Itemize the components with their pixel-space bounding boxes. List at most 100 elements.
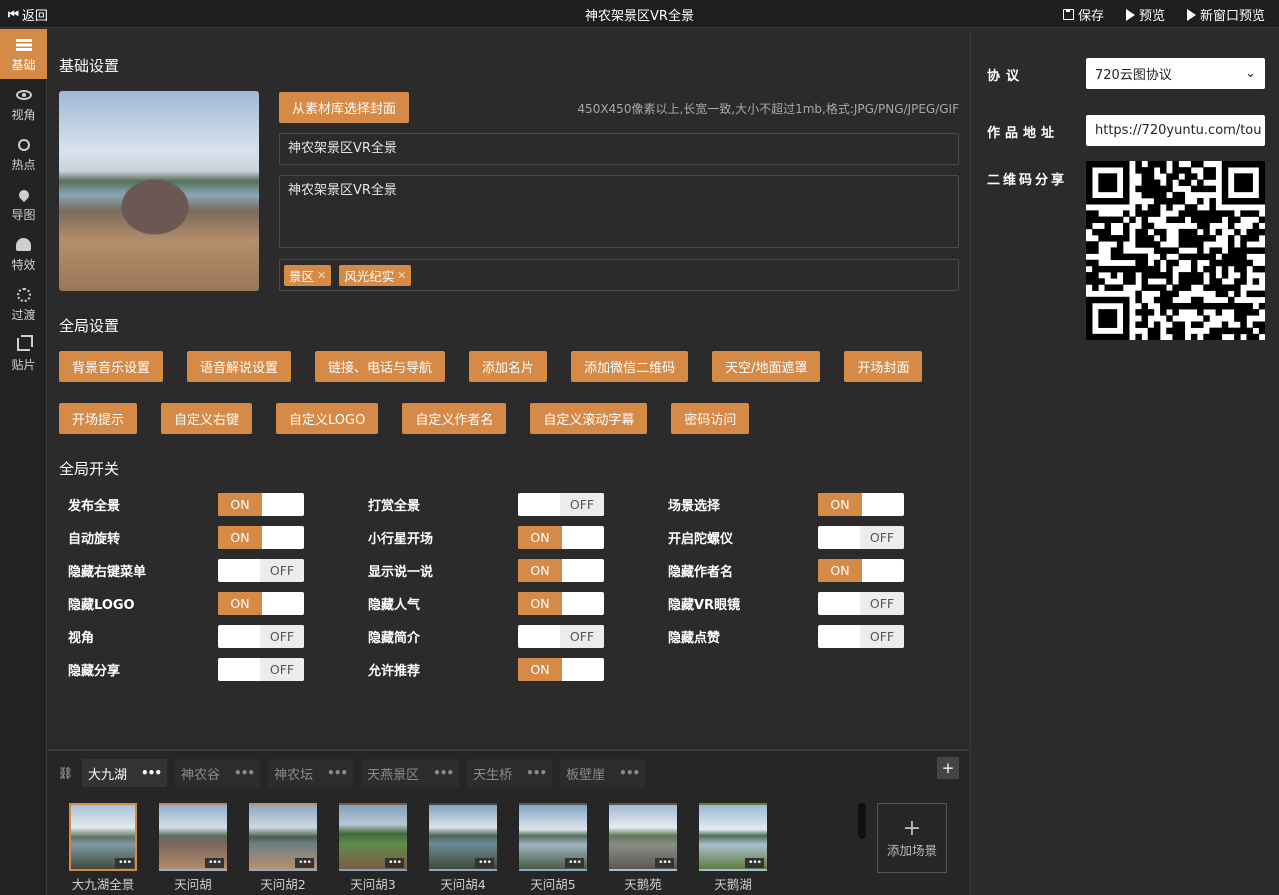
sidebar-item-map[interactable]: 导图 — [0, 179, 47, 229]
toggle-switch[interactable]: ON — [518, 559, 604, 582]
more-icon[interactable]: ••• — [475, 858, 494, 868]
tab-scene-group[interactable]: 天生桥 ••• — [467, 759, 553, 787]
more-icon[interactable]: ••• — [565, 858, 584, 868]
qr-module — [1166, 302, 1173, 310]
scene-thumbnail[interactable]: ••• — [339, 803, 407, 871]
save-button[interactable]: 保存 — [1062, 5, 1104, 24]
more-icon[interactable]: ••• — [327, 766, 348, 780]
url-field[interactable]: https://720yuntu.com/tou — [1086, 115, 1265, 146]
more-icon[interactable]: ••• — [295, 858, 314, 868]
qr-module — [1227, 247, 1235, 254]
add-wechat-qr-button[interactable]: 添加微信二维码 — [571, 351, 689, 382]
tab-scene-group[interactable]: 天燕景区 ••• — [361, 759, 460, 787]
cover-image[interactable] — [59, 91, 259, 291]
scene-thumbnail[interactable]: ••• — [249, 803, 317, 871]
new-window-preview-button[interactable]: 新窗口预览 — [1186, 5, 1265, 24]
link-icon[interactable]: ⛓ — [58, 766, 73, 780]
remove-tag-icon[interactable]: ✕ — [317, 269, 326, 282]
toggle-switch[interactable]: OFF — [518, 493, 604, 516]
scene-thumbnail[interactable]: ••• — [429, 803, 497, 871]
sidebar-item-transition[interactable]: 过渡 — [0, 279, 47, 329]
toggle-switch[interactable]: ON — [818, 559, 904, 582]
custom-logo-button[interactable]: 自定义LOGO — [276, 403, 379, 434]
tags-input[interactable]: 景区 ✕ 风光纪实 ✕ — [279, 259, 959, 291]
scene-thumb-item[interactable]: ••• 天鹅苑 — [609, 803, 677, 893]
qr-module — [1098, 278, 1105, 285]
add-group-button[interactable]: + — [937, 757, 959, 779]
qr-module — [1190, 253, 1198, 261]
sky-ground-mask-button[interactable]: 天空/地面遮罩 — [712, 351, 821, 382]
sidebar-item-basic[interactable]: 基础 — [0, 29, 47, 79]
custom-right-click-button[interactable]: 自定义右键 — [161, 403, 253, 434]
opening-tip-button[interactable]: 开场提示 — [59, 403, 138, 434]
toggle-switch[interactable]: ON — [518, 592, 604, 615]
sidebar-item-view[interactable]: 视角 — [0, 79, 47, 129]
tab-scene-group[interactable]: 板壁崖 ••• — [560, 759, 646, 787]
toggle-switch[interactable]: OFF — [218, 625, 304, 648]
password-access-button[interactable]: 密码访问 — [671, 403, 750, 434]
more-icon[interactable]: ••• — [433, 766, 454, 780]
toggle-switch[interactable]: OFF — [218, 559, 304, 582]
scene-thumbnail[interactable]: ••• — [519, 803, 587, 871]
custom-author-button[interactable]: 自定义作者名 — [402, 403, 507, 434]
description-textarea[interactable]: 神农架景区VR全景 — [279, 175, 959, 248]
scene-thumb-item[interactable]: ••• 天问胡4 — [429, 803, 497, 893]
toggle-switch[interactable]: ON — [518, 526, 604, 549]
title-input[interactable]: 神农架景区VR全景 — [279, 133, 959, 165]
tab-scene-group[interactable]: 大九湖 ••• — [82, 759, 168, 787]
opening-cover-button[interactable]: 开场封面 — [844, 351, 923, 382]
more-icon[interactable]: ••• — [141, 766, 162, 780]
protocol-select[interactable]: 720云图协议 ⌄ — [1086, 58, 1265, 89]
toggle-switch[interactable]: ON — [218, 592, 304, 615]
qr-module — [1104, 296, 1111, 304]
back-button[interactable]: ⏮ 返回 — [8, 5, 48, 24]
scene-thumbnail[interactable]: ••• — [159, 803, 227, 871]
scrollbar[interactable] — [858, 803, 866, 839]
tab-scene-group[interactable]: 神农谷 ••• — [175, 759, 261, 787]
remove-tag-icon[interactable]: ✕ — [397, 269, 406, 282]
sidebar-item-effects[interactable]: 特效 — [0, 229, 47, 279]
qr-module — [1203, 333, 1210, 341]
sidebar-item-hotspot[interactable]: 热点 — [0, 129, 47, 179]
pick-cover-button[interactable]: 从素材库选择封面 — [279, 92, 409, 123]
more-icon[interactable]: ••• — [619, 766, 640, 780]
add-scene-button[interactable]: + 添加场景 — [877, 803, 947, 873]
qr-module — [1160, 161, 1167, 168]
scene-thumb-item[interactable]: ••• 大九湖全景 — [69, 803, 137, 893]
more-icon[interactable]: ••• — [205, 858, 224, 868]
bg-music-button[interactable]: 背景音乐设置 — [59, 351, 164, 382]
scene-thumbnail[interactable]: ••• — [609, 803, 677, 871]
scene-thumbnail[interactable]: ••• — [699, 803, 767, 871]
more-icon[interactable]: ••• — [234, 766, 255, 780]
link-phone-nav-button[interactable]: 链接、电话与导航 — [315, 351, 446, 382]
sidebar-item-patch[interactable]: 贴片 — [0, 329, 47, 379]
toggle-switch[interactable]: OFF — [818, 526, 904, 549]
toggle-switch[interactable]: OFF — [518, 625, 604, 648]
more-icon[interactable]: ••• — [385, 858, 404, 868]
custom-marquee-button[interactable]: 自定义滚动字幕 — [530, 403, 648, 434]
more-icon[interactable]: ••• — [655, 858, 674, 868]
qr-module — [1172, 290, 1179, 298]
toggle-switch[interactable]: ON — [218, 493, 304, 516]
toggle-switch[interactable]: OFF — [818, 625, 904, 648]
qr-module — [1166, 216, 1173, 224]
more-icon[interactable]: ••• — [526, 766, 547, 780]
toggle-switch[interactable]: ON — [518, 658, 604, 681]
scene-thumb-item[interactable]: ••• 天问胡2 — [249, 803, 317, 893]
scene-thumbnail[interactable]: ••• — [69, 803, 137, 871]
more-icon[interactable]: ••• — [745, 858, 764, 868]
more-icon[interactable]: ••• — [115, 858, 134, 868]
scene-thumb-item[interactable]: ••• 天问胡5 — [519, 803, 587, 893]
toggle-switch[interactable]: ON — [218, 526, 304, 549]
scene-thumb-item[interactable]: ••• 天问胡3 — [339, 803, 407, 893]
qr-module — [1141, 278, 1149, 285]
voice-narration-button[interactable]: 语音解说设置 — [187, 351, 292, 382]
toggle-switch[interactable]: OFF — [218, 658, 304, 681]
tab-scene-group[interactable]: 神农坛 ••• — [268, 759, 354, 787]
add-card-button[interactable]: 添加名片 — [469, 351, 548, 382]
preview-button[interactable]: 预览 — [1125, 5, 1165, 24]
toggle-switch[interactable]: ON — [818, 493, 904, 516]
toggle-switch[interactable]: OFF — [818, 592, 904, 615]
scene-thumb-item[interactable]: ••• 天鹅湖 — [699, 803, 767, 893]
scene-thumb-item[interactable]: ••• 天问胡 — [159, 803, 227, 893]
